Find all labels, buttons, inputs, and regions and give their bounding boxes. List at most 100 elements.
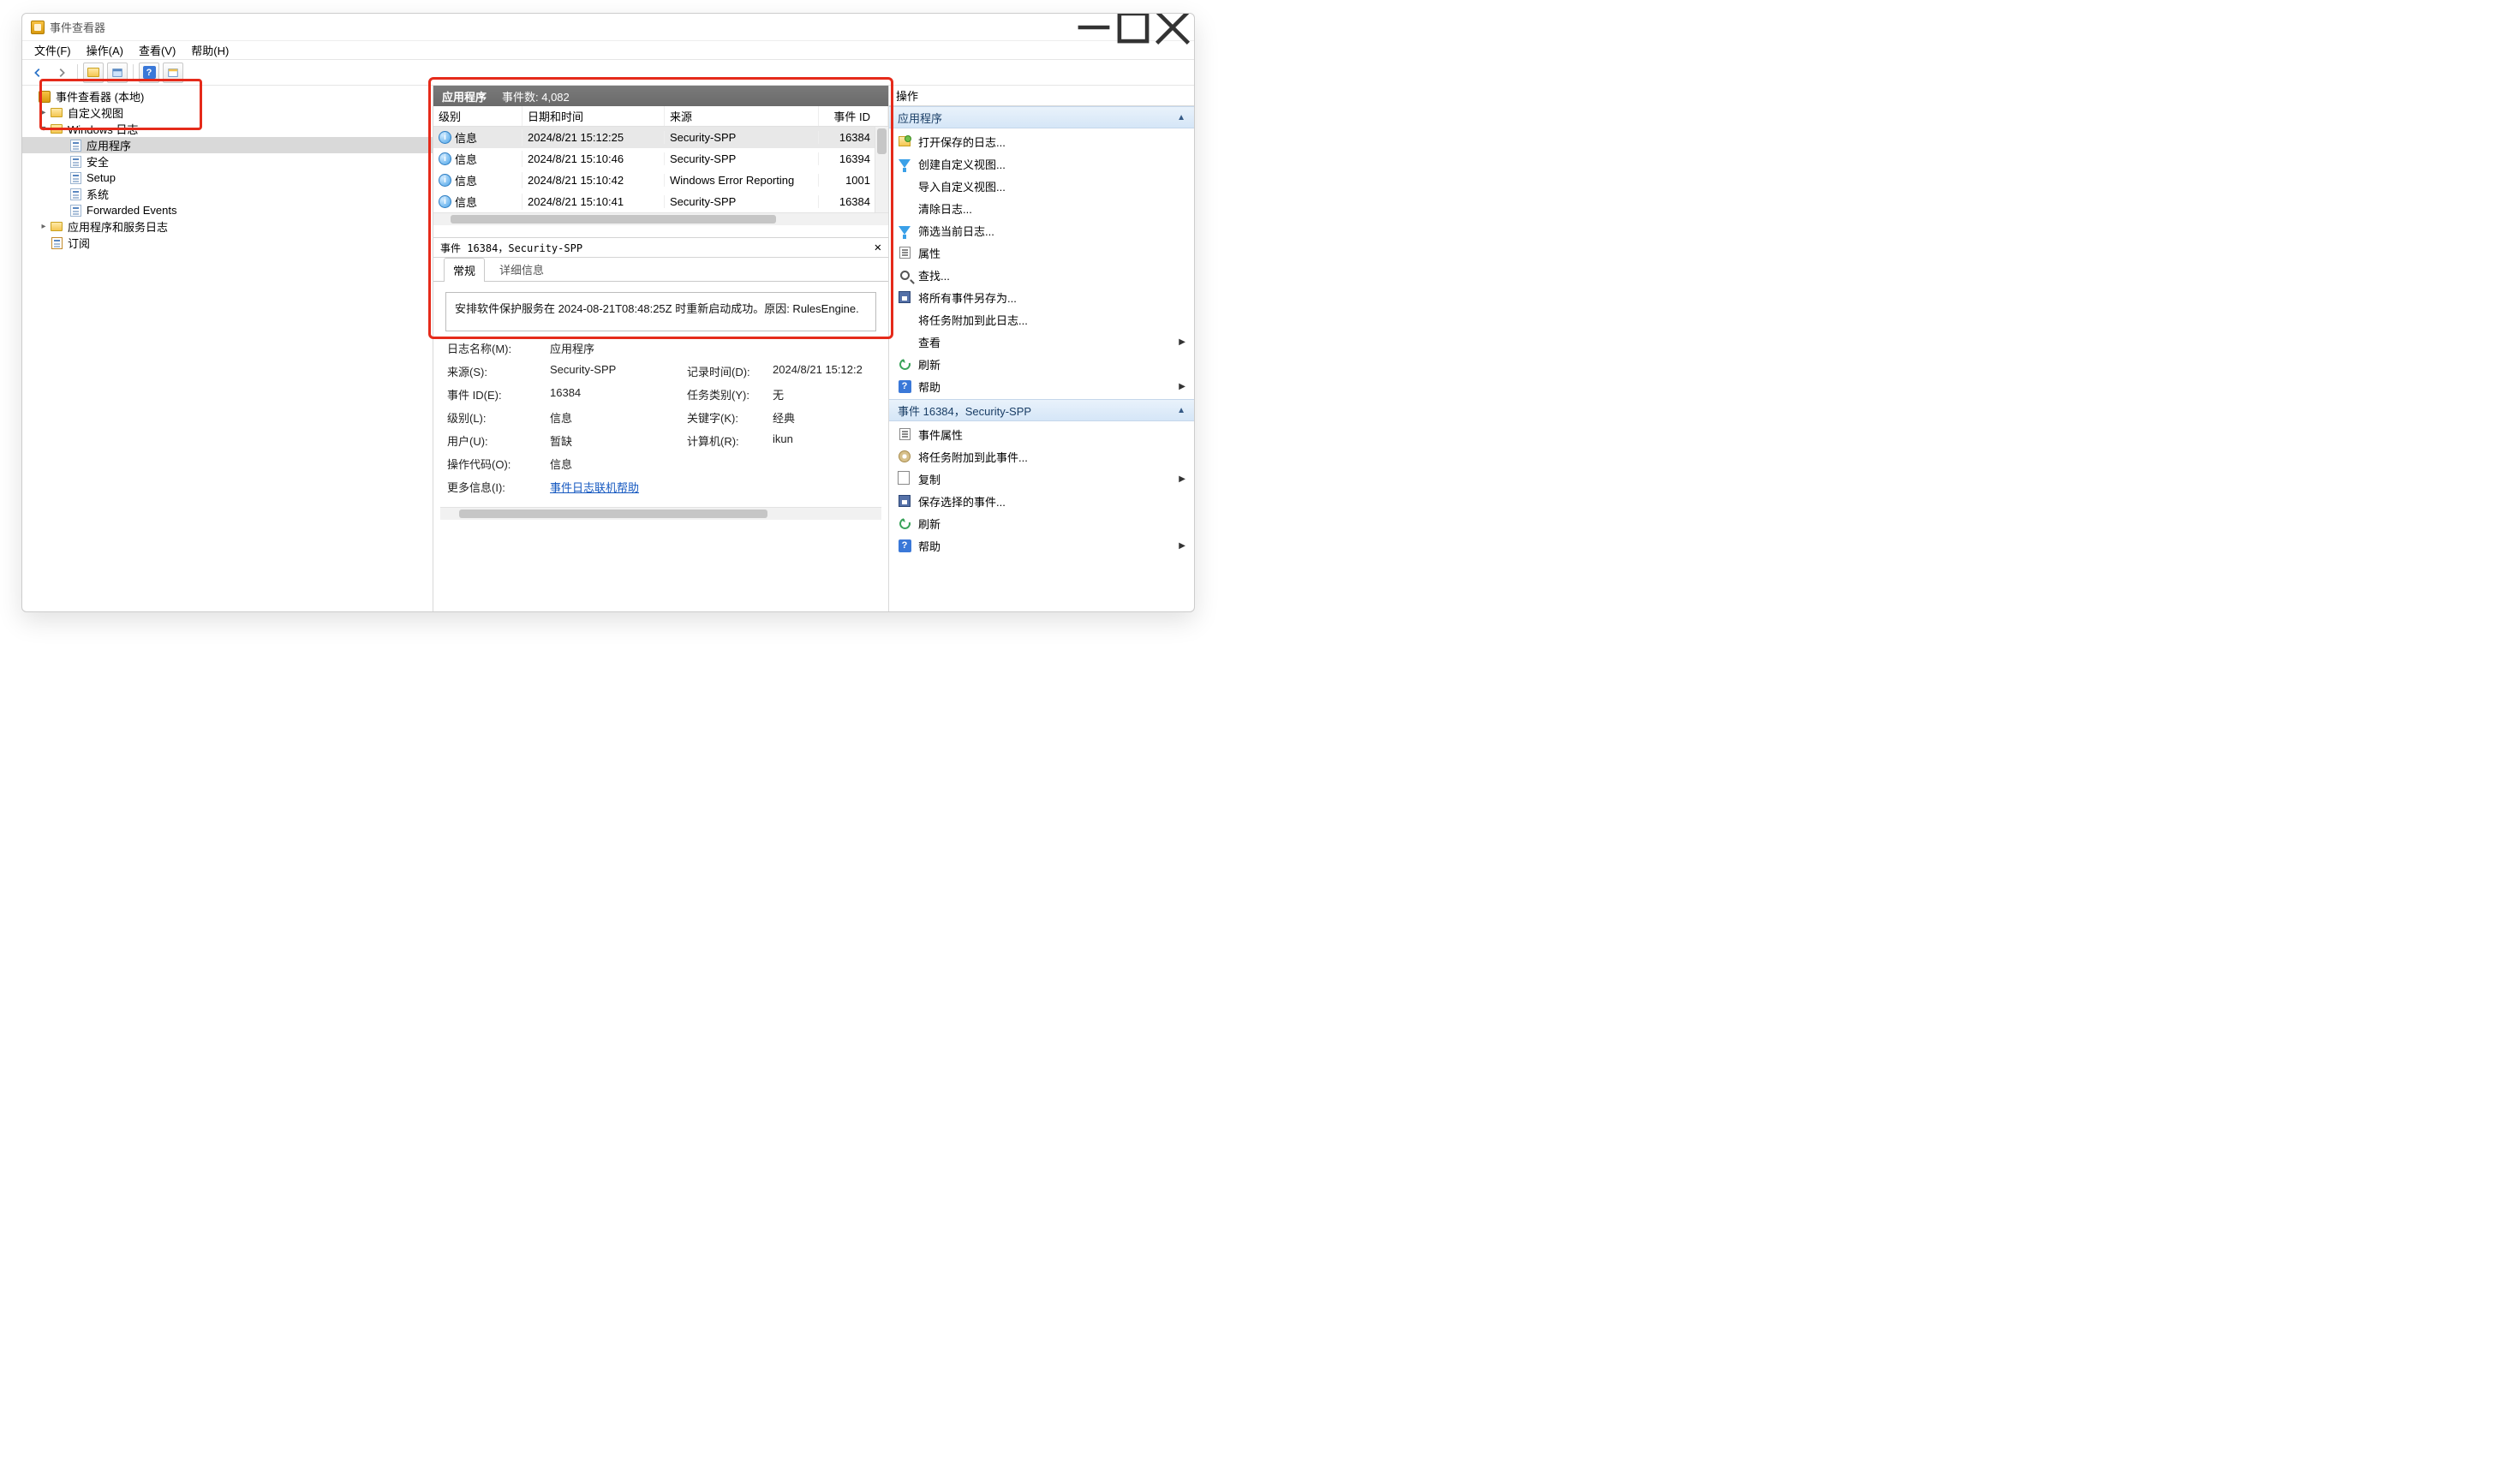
list-count: 事件数: 4,082 — [502, 88, 570, 104]
grid-body[interactable]: i信息 2024/8/21 15:12:25 Security-SPP 1638… — [433, 127, 888, 212]
col-source[interactable]: 来源 — [665, 106, 819, 126]
titlebar: 事件查看器 — [22, 14, 1194, 41]
action-open-saved-log[interactable]: 打开保存的日志... — [889, 130, 1194, 152]
event-row[interactable]: i信息 2024/8/21 15:10:46 Security-SPP 1639… — [433, 148, 888, 170]
link-online-help[interactable]: 事件日志联机帮助 — [550, 481, 639, 494]
grid-vscroll[interactable] — [875, 127, 888, 212]
event-row[interactable]: i信息 2024/8/21 15:12:25 Security-SPP 1638… — [433, 127, 888, 148]
label-taskcat: 任务类别(Y): — [687, 386, 773, 402]
tab-details[interactable]: 详细信息 — [490, 257, 553, 281]
tree-forwarded[interactable]: ▸Forwarded Events — [22, 202, 433, 218]
refresh-icon — [897, 356, 912, 372]
tree-pane[interactable]: ▸事件查看器 (本地) ▸自定义视图 ▾Windows 日志 ▸应用程序 ▸安全… — [22, 86, 433, 611]
blank-icon — [898, 313, 911, 326]
tree-windows-logs[interactable]: ▾Windows 日志 — [22, 121, 433, 137]
toolbar: ? — [22, 60, 1194, 86]
tree-custom-views[interactable]: ▸自定义视图 — [22, 104, 433, 121]
help-icon: ? — [143, 66, 156, 79]
forward-button[interactable] — [51, 63, 72, 83]
action-find[interactable]: 查找... — [889, 264, 1194, 286]
action-event-properties[interactable]: 事件属性 — [889, 423, 1194, 445]
col-id[interactable]: 事件 ID — [819, 106, 888, 126]
properties-button[interactable] — [107, 63, 128, 83]
menu-help[interactable]: 帮助(H) — [184, 41, 236, 59]
action-view[interactable]: 查看▶ — [889, 331, 1194, 353]
tree-root[interactable]: ▸事件查看器 (本地) — [22, 88, 433, 104]
info-icon: i — [439, 152, 451, 165]
scrollbar-thumb[interactable] — [877, 128, 887, 154]
log-icon — [70, 172, 81, 184]
actions-list-app: 打开保存的日志... 创建自定义视图... 导入自定义视图... 清除日志...… — [889, 128, 1194, 399]
arrow-right-icon: ▶ — [1179, 382, 1185, 391]
tree-subscriptions[interactable]: ▸订阅 — [22, 235, 433, 251]
minimize-button[interactable] — [1074, 14, 1114, 41]
value-user: 暂缺 — [550, 432, 687, 449]
search-icon — [900, 271, 910, 280]
detail-message: 安排软件保护服务在 2024-08-21T08:48:25Z 时重新启动成功。原… — [445, 292, 876, 331]
action-properties[interactable]: 属性 — [889, 241, 1194, 264]
action-attach-task-event[interactable]: 将任务附加到此事件... — [889, 445, 1194, 468]
info-icon: i — [439, 195, 451, 208]
label-level: 级别(L): — [447, 409, 550, 426]
window-controls — [1074, 14, 1192, 41]
help-button[interactable]: ? — [139, 63, 159, 83]
actions-pane: 操作 应用程序▲ 打开保存的日志... 创建自定义视图... 导入自定义视图..… — [889, 86, 1194, 611]
back-button[interactable] — [27, 63, 48, 83]
label-opcode: 操作代码(O): — [447, 456, 550, 472]
action-clear-log[interactable]: 清除日志... — [889, 197, 1194, 219]
action-save-all-events[interactable]: 将所有事件另存为... — [889, 286, 1194, 308]
actions-list-event: 事件属性 将任务附加到此事件... 复制▶ 保存选择的事件... 刷新 ?帮助▶ — [889, 421, 1194, 558]
menu-file[interactable]: 文件(F) — [27, 41, 78, 59]
action-save-selected[interactable]: 保存选择的事件... — [889, 490, 1194, 512]
grid-hscroll[interactable] — [433, 212, 888, 225]
funnel-icon — [899, 159, 911, 168]
scrollbar-thumb[interactable] — [459, 510, 767, 518]
scrollbar-thumb[interactable] — [451, 215, 776, 223]
action-copy[interactable]: 复制▶ — [889, 468, 1194, 490]
col-date[interactable]: 日期和时间 — [522, 106, 665, 126]
collapse-icon: ▲ — [1177, 406, 1185, 415]
show-hide-tree-button[interactable] — [83, 63, 104, 83]
view-button[interactable] — [163, 63, 183, 83]
menu-view[interactable]: 查看(V) — [132, 41, 182, 59]
toolbar-separator — [77, 64, 78, 81]
action-import-custom-view[interactable]: 导入自定义视图... — [889, 175, 1194, 197]
detail-tabs: 常规 详细信息 — [433, 258, 888, 282]
action-filter-log[interactable]: 筛选当前日志... — [889, 219, 1194, 241]
log-icon — [70, 156, 81, 168]
actions-section-app[interactable]: 应用程序▲ — [889, 106, 1194, 128]
close-button[interactable] — [1153, 14, 1192, 41]
tree-application[interactable]: ▸应用程序 — [22, 137, 433, 153]
arrow-right-icon: ▶ — [1179, 337, 1185, 347]
detail-close-icon[interactable]: ✕ — [875, 241, 881, 254]
detail-title: 事件 16384，Security-SPP — [440, 241, 582, 255]
maximize-button[interactable] — [1114, 14, 1153, 41]
tree-security[interactable]: ▸安全 — [22, 153, 433, 170]
action-help[interactable]: ?帮助▶ — [889, 375, 1194, 397]
log-icon — [51, 237, 63, 249]
tree-setup[interactable]: ▸Setup — [22, 170, 433, 186]
action-attach-task-log[interactable]: 将任务附加到此日志... — [889, 308, 1194, 331]
detail-header: 事件 16384，Security-SPP ✕ — [433, 237, 888, 258]
event-row[interactable]: i信息 2024/8/21 15:10:41 Security-SPP 1638… — [433, 191, 888, 212]
tree-app-service-logs[interactable]: ▸应用程序和服务日志 — [22, 218, 433, 235]
action-create-custom-view[interactable]: 创建自定义视图... — [889, 152, 1194, 175]
detail-hscroll[interactable] — [440, 507, 881, 520]
label-user: 用户(U): — [447, 432, 550, 449]
folder-open-icon — [899, 136, 911, 146]
task-icon — [899, 450, 911, 462]
event-row[interactable]: i信息 2024/8/21 15:10:42 Windows Error Rep… — [433, 170, 888, 191]
label-moreinfo: 更多信息(I): — [447, 479, 550, 495]
info-icon: i — [439, 131, 451, 144]
action-refresh-event[interactable]: 刷新 — [889, 512, 1194, 534]
tree-system[interactable]: ▸系统 — [22, 186, 433, 202]
toolbar-separator — [133, 64, 134, 81]
value-opcode: 信息 — [550, 456, 687, 472]
col-level[interactable]: 级别 — [433, 106, 522, 126]
tab-general[interactable]: 常规 — [444, 258, 485, 282]
action-refresh[interactable]: 刷新 — [889, 353, 1194, 375]
action-help-event[interactable]: ?帮助▶ — [889, 534, 1194, 557]
actions-section-event[interactable]: 事件 16384，Security-SPP▲ — [889, 399, 1194, 421]
save-icon — [899, 291, 911, 303]
menu-action[interactable]: 操作(A) — [80, 41, 130, 59]
